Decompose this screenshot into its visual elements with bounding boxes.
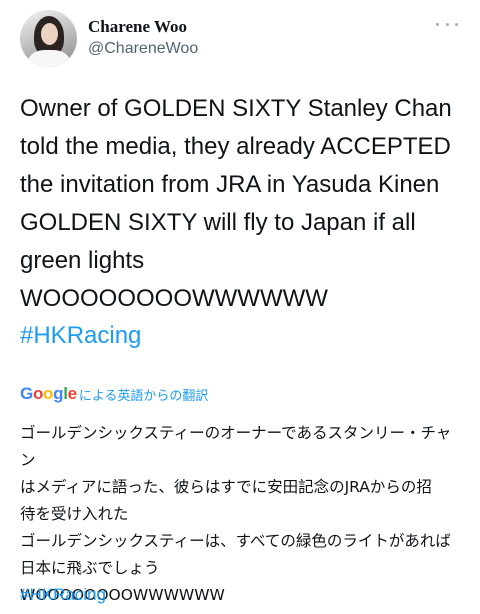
avatar[interactable] bbox=[20, 10, 77, 67]
google-logo: Google bbox=[20, 384, 77, 403]
author-handle[interactable]: @ChareneWoo bbox=[88, 40, 198, 58]
translated-hashtag-link[interactable]: #HKRacing bbox=[20, 583, 106, 607]
more-options-icon[interactable] bbox=[436, 18, 458, 30]
translation-attribution[interactable]: Google による英語からの翻訳 bbox=[20, 384, 208, 404]
more-dot bbox=[445, 22, 449, 26]
avatar-shirt bbox=[28, 50, 70, 67]
tweet-body: Owner of GOLDEN SIXTY Stanley Chan told … bbox=[20, 95, 452, 312]
author-display-name[interactable]: Charene Woo bbox=[88, 17, 187, 37]
more-dot bbox=[455, 22, 458, 26]
more-dot bbox=[436, 22, 439, 26]
translation-label: による英語からの翻訳 bbox=[78, 388, 209, 404]
tweet-header: Charene Woo @ChareneWoo bbox=[0, 0, 480, 76]
hashtag-link[interactable]: #HKRacing bbox=[20, 320, 141, 352]
translated-body: ゴールデンシックスティーのオーナーであるスタンリー・チャン はメディアに語った、… bbox=[20, 424, 452, 604]
avatar-face bbox=[41, 23, 58, 45]
